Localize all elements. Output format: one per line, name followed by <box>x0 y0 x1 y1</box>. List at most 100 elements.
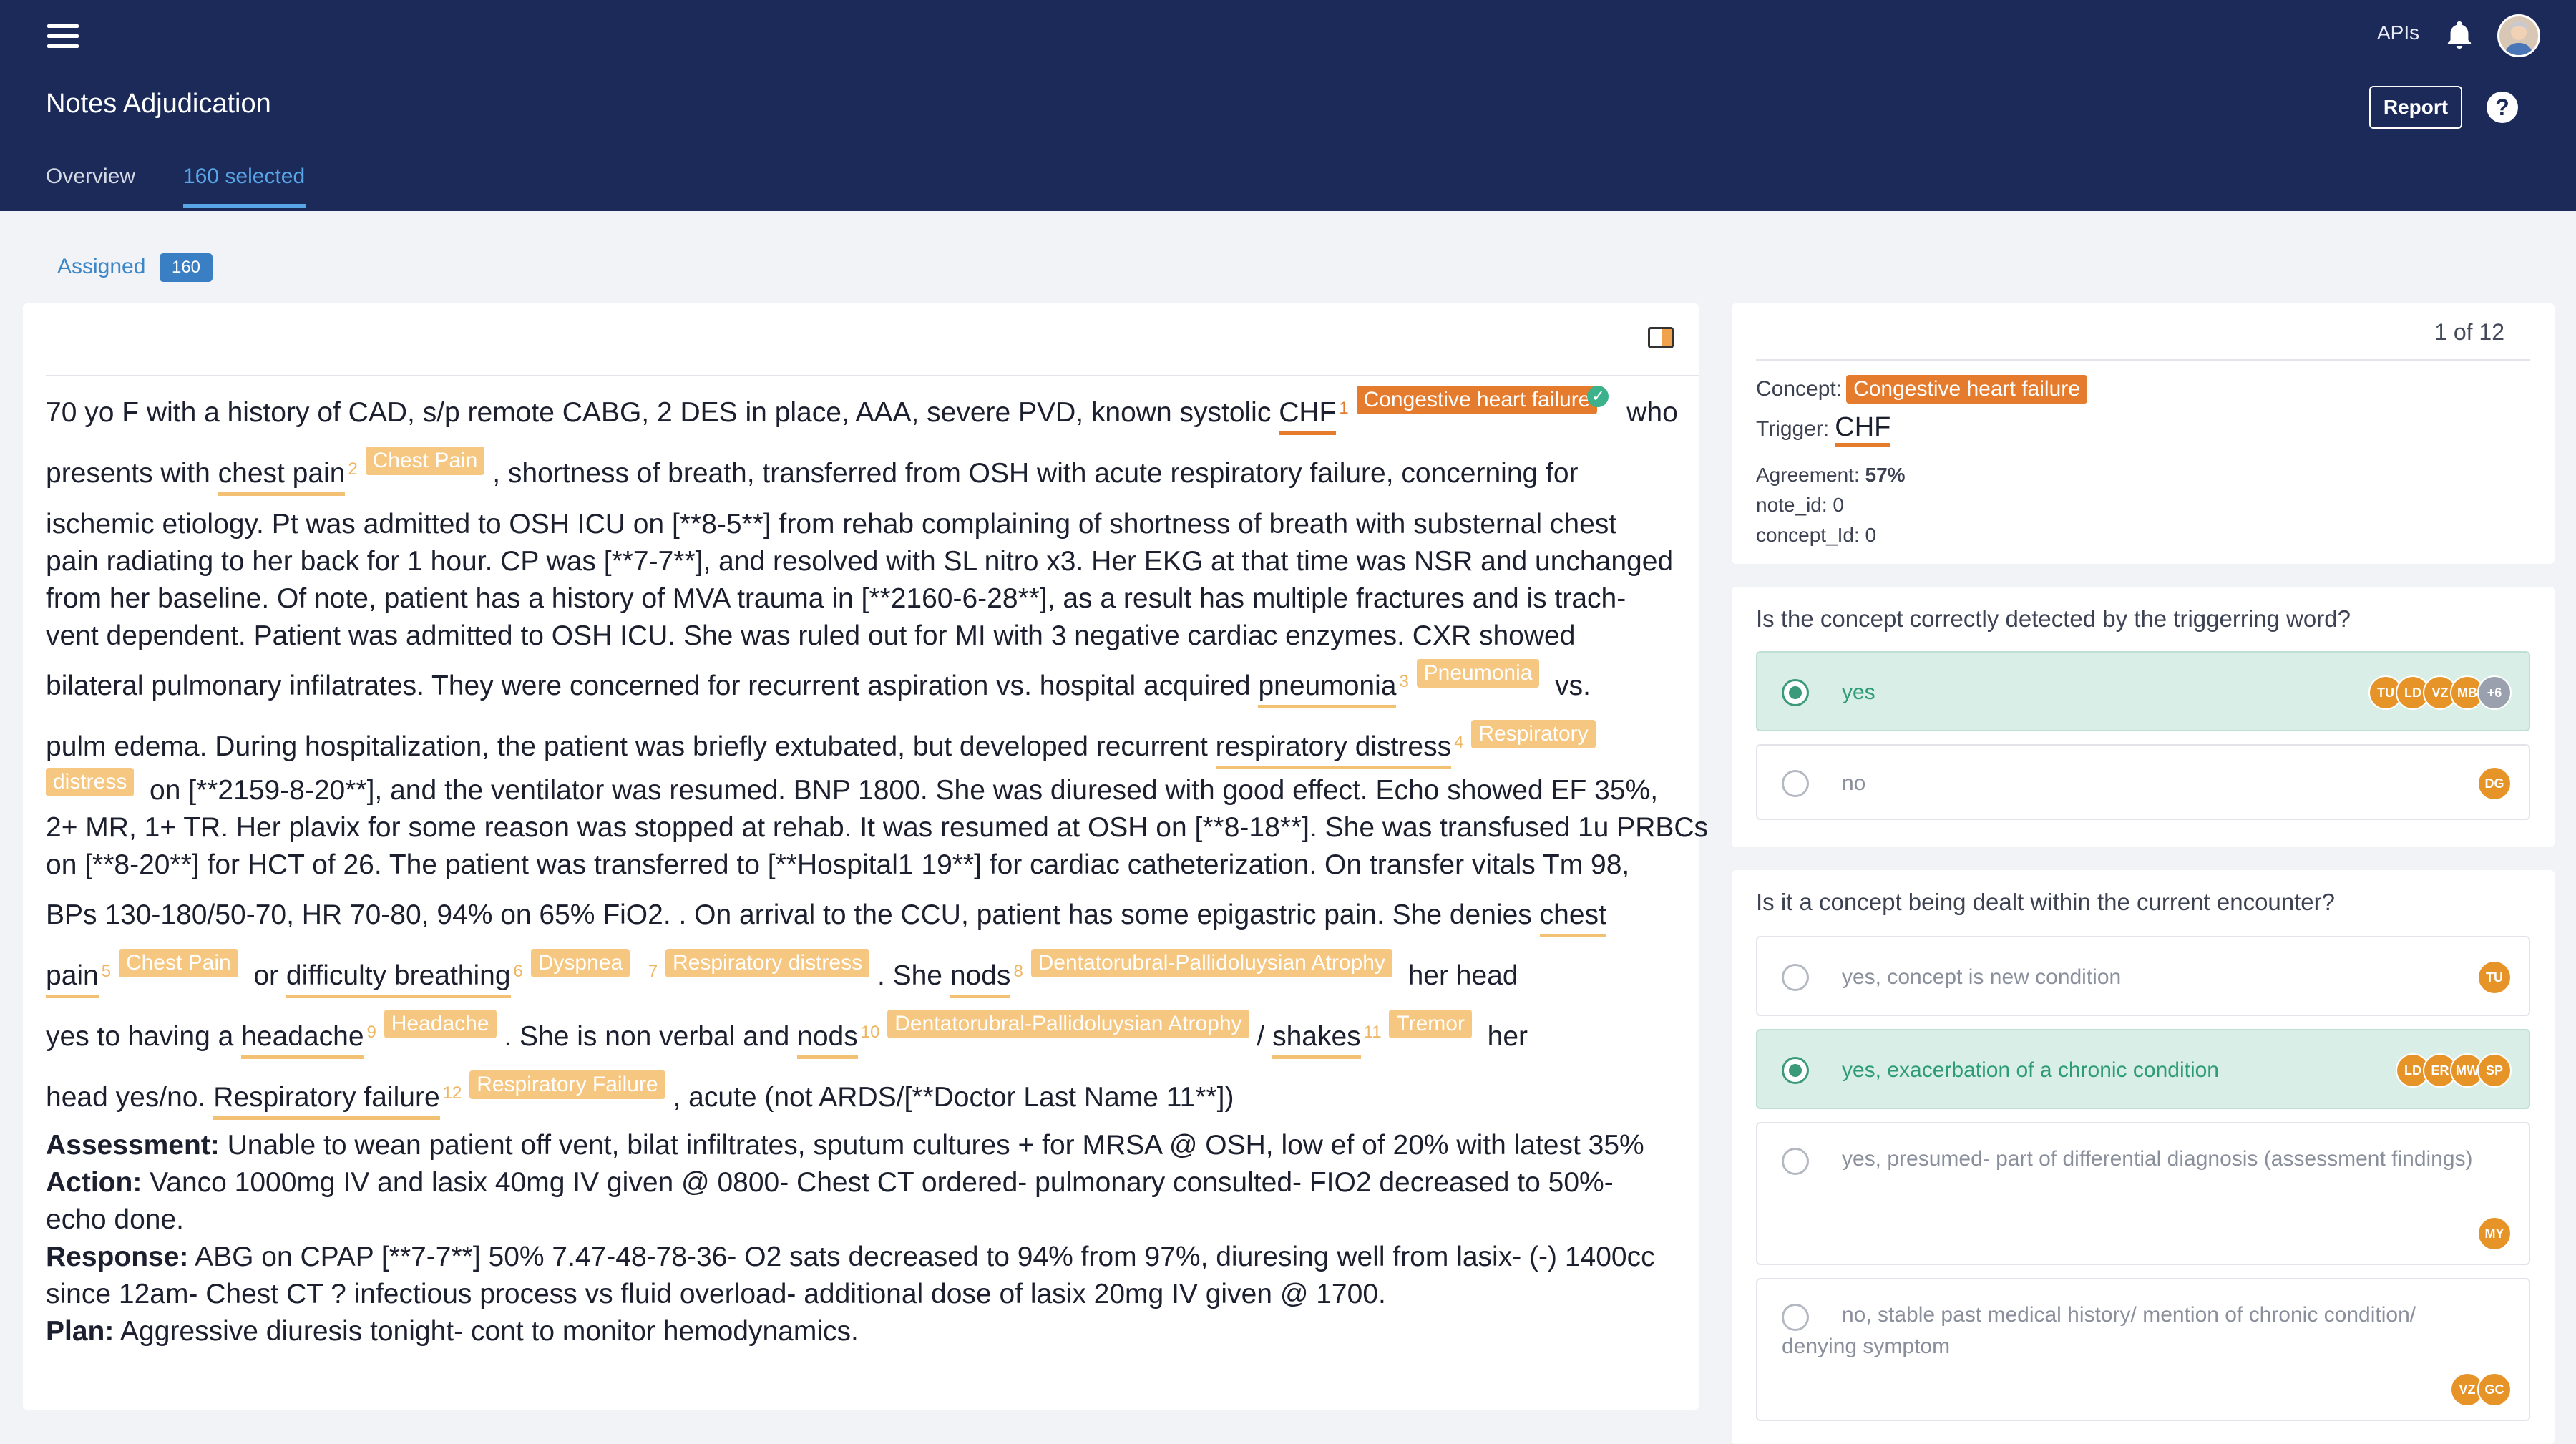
note-line: echo done. <box>46 1204 185 1235</box>
concept-tag[interactable]: Headache <box>384 1010 497 1038</box>
divider <box>46 375 1699 376</box>
section-label: Plan: <box>46 1316 114 1347</box>
note-text: or <box>253 960 279 991</box>
active-tab-indicator <box>183 204 306 208</box>
option-label: yes <box>1842 680 1875 704</box>
note-text: vs. <box>1555 670 1591 701</box>
mention-nods-2[interactable]: nods <box>797 1020 858 1059</box>
agreement-value: 57% <box>1865 464 1906 486</box>
mention-pneumonia[interactable]: pneumonia <box>1258 669 1397 708</box>
note-panel: 70 yo F with a history of CAD, s/p remot… <box>23 303 1709 1410</box>
radio-selected[interactable] <box>1782 679 1809 706</box>
note-text: who <box>1626 397 1678 428</box>
note-text: her head <box>1407 960 1518 991</box>
panel-toggle-icon[interactable] <box>1648 327 1674 348</box>
note-text: . She <box>877 960 943 991</box>
note-line: ischemic etiology. Pt was admitted to OS… <box>46 509 1617 540</box>
note-text: bilateral pulmonary infilatrates. They w… <box>46 670 1251 701</box>
question-card-encounter: Is it a concept being dealt within the c… <box>1732 870 2555 1444</box>
check-icon: ✓ <box>1587 386 1609 407</box>
mention-shakes[interactable]: shakes <box>1272 1020 1361 1059</box>
radio-unselected[interactable] <box>1782 770 1809 797</box>
option-label: yes, concept is new condition <box>1842 965 2122 989</box>
concept-tag[interactable]: Respiratory <box>1471 720 1596 748</box>
avatar-more: +6 <box>2477 675 2512 710</box>
mention-chest-pain-2[interactable]: chest <box>1539 898 1606 937</box>
mention-chf[interactable]: CHF <box>1279 396 1337 435</box>
page-title: Notes Adjudication <box>46 89 271 119</box>
help-icon[interactable]: ? <box>2487 92 2518 123</box>
note-line: bilateral pulmonary infilatrates. They w… <box>46 659 1699 708</box>
tab-overview[interactable]: Overview <box>46 165 135 189</box>
option-exacerbation[interactable]: yes, exacerbation of a chronic condition… <box>1756 1029 2530 1109</box>
mention-chest-pain[interactable]: chest pain <box>218 457 346 496</box>
concept-row: Concept: Congestive heart failure <box>1756 375 2087 404</box>
note-text: 70 yo F with a history of CAD, s/p remot… <box>46 397 1272 428</box>
option-new-condition[interactable]: yes, concept is new condition TU <box>1756 936 2530 1016</box>
trigger-label: Trigger: <box>1756 417 1830 441</box>
concept-tag[interactable]: Tremor <box>1389 1010 1472 1038</box>
note-text: . She is non verbal and <box>504 1021 790 1052</box>
mention-chest-pain-2[interactable]: pain <box>46 959 99 998</box>
option-label: yes, presumed- part of differential diag… <box>1842 1147 2473 1171</box>
note-line: distress on [**2159-8-20**], and the ven… <box>46 768 1699 809</box>
radio-selected[interactable] <box>1782 1057 1809 1084</box>
concept-tag[interactable]: Dyspnea <box>530 949 630 977</box>
concept-tag[interactable]: Respiratory Failure <box>469 1070 665 1099</box>
menu-icon[interactable] <box>47 24 79 49</box>
option-label: yes, exacerbation of a chronic condition <box>1842 1058 2219 1082</box>
mention-headache[interactable]: headache <box>241 1020 364 1059</box>
bell-icon[interactable] <box>2443 19 2476 52</box>
tab-selected[interactable]: 160 selected <box>183 165 305 189</box>
concept-tag[interactable]: Pneumonia <box>1416 659 1540 688</box>
option-yes[interactable]: yes TU LD VZ MB +6 <box>1756 651 2530 731</box>
note-text: Unable to wean patient off vent, bilat i… <box>227 1130 1644 1161</box>
note-text: , acute (not ARDS/[**Doctor Last Name 11… <box>673 1082 1234 1113</box>
mention-nods[interactable]: nods <box>950 959 1011 998</box>
radio-unselected[interactable] <box>1782 964 1809 991</box>
note-line: pain 5 Chest Pain or difficulty breathing… <box>46 949 1699 998</box>
note-id: note_id: 0 <box>1756 494 1844 516</box>
note-text: Aggressive diuresis tonight- cont to mon… <box>120 1316 859 1347</box>
trigger-row: Trigger: CHF <box>1756 412 1891 447</box>
note-text: , shortness of breath, transferred from … <box>492 458 1579 489</box>
note-line: 2+ MR, 1+ TR. Her plavix for some reason… <box>46 812 1709 843</box>
option-no[interactable]: no DG <box>1756 744 2530 820</box>
concept-tag[interactable]: Chest Pain <box>365 447 485 475</box>
user-avatar[interactable] <box>2497 14 2540 57</box>
mention-index: 4 <box>1454 733 1464 752</box>
note-text: presents with <box>46 458 210 489</box>
option-differential[interactable]: yes, presumed- part of differential diag… <box>1756 1122 2530 1265</box>
note-text: ABG on CPAP [**7-7**] 50% 7.47-48-78-36-… <box>195 1241 1655 1272</box>
concept-tag[interactable]: Dentatorubral-Pallidoluysian Atrophy <box>1030 949 1392 977</box>
assigned-filter[interactable]: Assigned <box>57 255 145 279</box>
report-button[interactable]: Report <box>2369 86 2462 129</box>
concept-tag[interactable]: Congestive heart failure <box>1356 386 1598 414</box>
concept-tag[interactable]: distress <box>46 768 135 796</box>
note-line: vent dependent. Patient was admitted to … <box>46 620 1576 651</box>
note-line: Plan: Aggressive diuresis tonight- cont … <box>46 1313 1699 1350</box>
apis-link[interactable]: APIs <box>2377 21 2419 44</box>
option-label: no <box>1842 771 1866 795</box>
mention-respiratory-failure[interactable]: Respiratory failure <box>213 1080 440 1120</box>
concept-label: Concept: <box>1756 377 1843 401</box>
note-line: Response: ABG on CPAP [**7-7**] 50% 7.47… <box>46 1239 1699 1276</box>
section-label: Action: <box>46 1167 142 1198</box>
mention-respiratory-distress[interactable]: respiratory distress <box>1215 730 1452 769</box>
voter-avatars: MY <box>2477 1216 2512 1251</box>
note-line: presents with chest pain 2 Chest Pain , s… <box>46 447 1699 496</box>
voter-avatars: TU LD VZ MB +6 <box>2368 675 2512 710</box>
option-stable-history[interactable]: no, stable past medical history/ mention… <box>1756 1278 2530 1421</box>
section-label: Assessment: <box>46 1130 220 1161</box>
voter-avatars: DG <box>2477 766 2512 801</box>
agreement-label: Agreement: <box>1756 464 1860 486</box>
option-label: no, stable past medical history/ mention… <box>1782 1303 2416 1358</box>
section-label: Response: <box>46 1241 189 1272</box>
note-line: Assessment: Unable to wean patient off v… <box>46 1127 1699 1164</box>
note-text: Vanco 1000mg IV and lasix 40mg IV given … <box>150 1167 1614 1198</box>
concept-tag[interactable]: Respiratory distress <box>665 949 870 977</box>
note-text: yes to having a <box>46 1021 234 1052</box>
concept-tag[interactable]: Chest Pain <box>118 949 238 977</box>
mention-difficulty-breathing[interactable]: difficulty breathing <box>286 959 511 998</box>
concept-tag[interactable]: Dentatorubral-Pallidoluysian Atrophy <box>887 1010 1249 1038</box>
